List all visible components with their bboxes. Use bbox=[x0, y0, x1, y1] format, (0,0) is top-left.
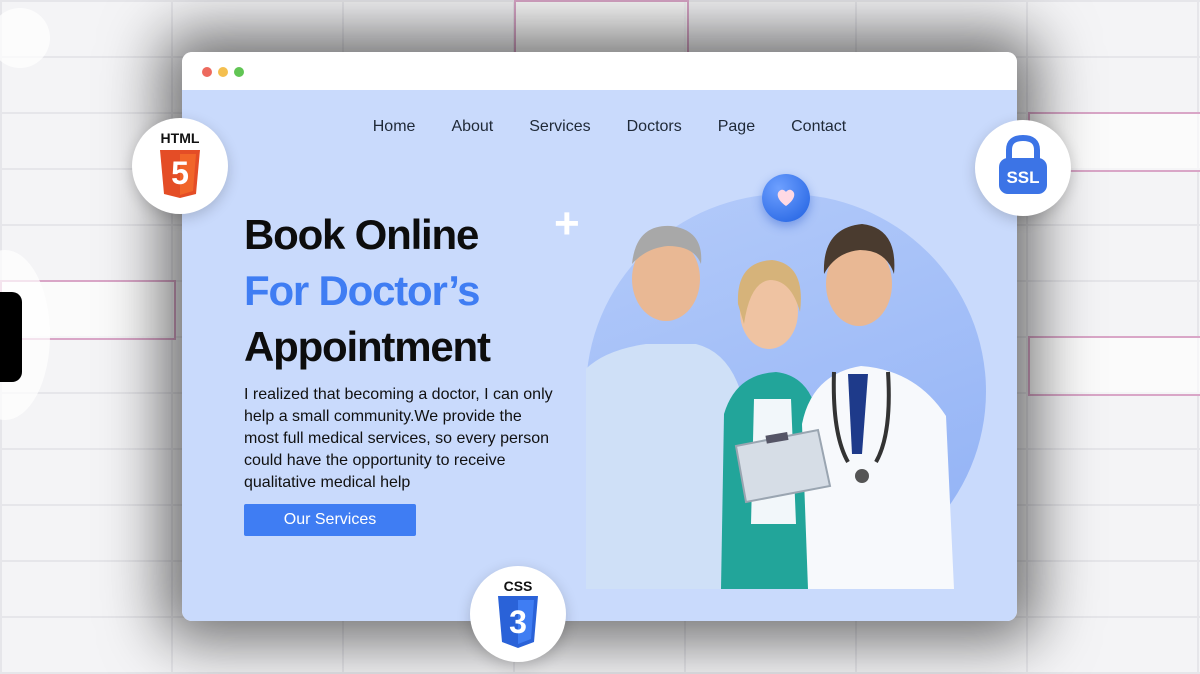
main-nav: Home About Services Doctors Page Contact bbox=[182, 118, 1017, 136]
css3-badge: CSS 3 bbox=[470, 566, 566, 662]
ssl-badge: SSL bbox=[975, 120, 1071, 216]
nav-doctors[interactable]: Doctors bbox=[627, 118, 682, 136]
decor-box bbox=[1028, 336, 1200, 396]
nav-services[interactable]: Services bbox=[529, 118, 590, 136]
browser-window: Home About Services Doctors Page Contact… bbox=[182, 52, 1017, 621]
decor-black-shape bbox=[0, 292, 22, 382]
html-label: HTML bbox=[160, 130, 200, 146]
decor-box bbox=[514, 0, 689, 56]
hero-title-line3: Appointment bbox=[244, 323, 491, 370]
hero-description: I realized that becoming a doctor, I can… bbox=[244, 386, 553, 491]
nav-contact[interactable]: Contact bbox=[791, 118, 846, 136]
window-minimize-dot[interactable] bbox=[218, 67, 228, 77]
nav-home[interactable]: Home bbox=[373, 118, 416, 136]
nav-page[interactable]: Page bbox=[718, 118, 755, 136]
plus-icon: + bbox=[554, 199, 580, 248]
hero-image-circle bbox=[586, 194, 986, 589]
hero-title-line2: For Doctor’s bbox=[244, 267, 480, 314]
heart-icon bbox=[762, 174, 810, 222]
heart-glyph bbox=[777, 189, 795, 206]
doctors-illustration bbox=[586, 224, 954, 589]
css3-glyph: 3 bbox=[509, 604, 527, 640]
browser-titlebar bbox=[182, 52, 1017, 90]
html5-badge: HTML 5 bbox=[132, 118, 228, 214]
our-services-button[interactable]: Our Services bbox=[244, 504, 416, 536]
window-close-dot[interactable] bbox=[202, 67, 212, 77]
page-content: Home About Services Doctors Page Contact… bbox=[182, 90, 1017, 621]
window-maximize-dot[interactable] bbox=[234, 67, 244, 77]
nav-about[interactable]: About bbox=[451, 118, 493, 136]
ssl-label: SSL bbox=[1006, 168, 1040, 187]
html5-glyph: 5 bbox=[171, 155, 189, 191]
css-label: CSS bbox=[503, 578, 533, 594]
hero-title-line1: Book Online bbox=[244, 211, 479, 258]
